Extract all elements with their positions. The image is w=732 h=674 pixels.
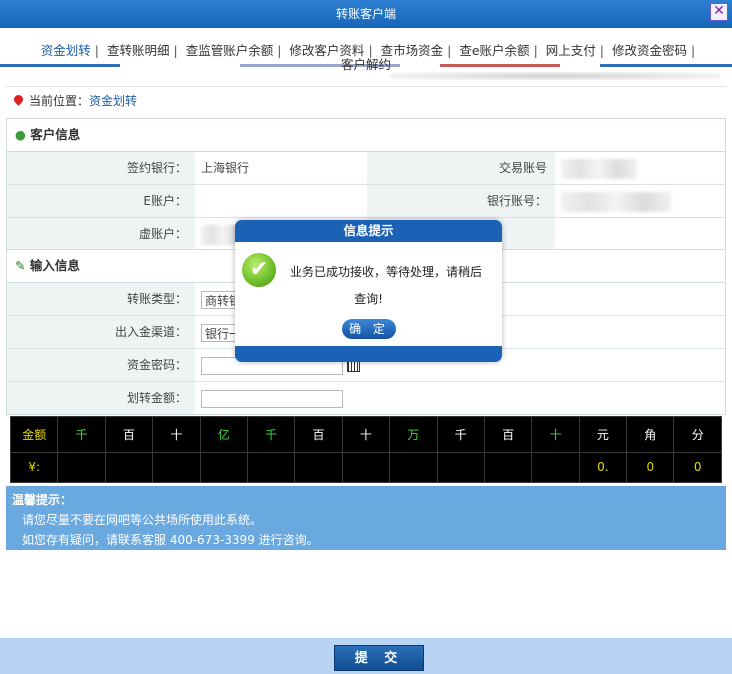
breadcrumb-prefix: 当前位置： [29,94,90,108]
tab-modify-customer-info[interactable]: 修改客户资料 [285,43,368,58]
tab-shadow [390,72,720,80]
dialog-ok-button[interactable]: 确 定 [342,319,396,339]
virtual-account-label: 虚账户： [7,218,195,250]
empty-value [555,218,725,250]
e-account-label: E账户： [7,185,195,217]
password-label: 资金密码： [7,349,195,381]
trade-account-label: 交易账号 [367,152,555,184]
transfer-type-label: 转账类型： [7,283,195,315]
user-icon: ● [15,127,26,142]
breadcrumb-current[interactable]: 资金划转 [89,94,137,108]
grid-head: 十 [341,416,391,453]
amount-label: 划转金额： [7,382,195,414]
grid-cell [389,451,438,484]
grid-cell [152,451,201,484]
amount-input[interactable] [201,389,343,408]
grid-cell: ¥: [9,451,59,484]
grid-cell: 0. [578,451,628,484]
grid-cell [104,451,154,484]
amount-row: 划转金额： [7,382,725,414]
tab-market-funds[interactable]: 查市场资金 [377,43,448,58]
grid-head: 百 [294,416,343,453]
tips-line-1: 请您尽量不要在网吧等公共场所使用此系统。 [22,513,263,527]
grid-head: 万 [389,416,438,453]
success-check-icon: ✔ [242,253,276,287]
tips-line-2: 如您存有疑问，请联系客服 400-673-3399 进行咨询。 [22,533,319,547]
grid-cell [246,451,296,484]
edit-icon: ✎ [15,258,26,273]
function-tabs: 资金划转 | 查转账明细 | 查监管账户余额 | 修改客户资料 | 查市场资金 | 查e账… [6,44,726,72]
tab-cancel-contract[interactable]: 客户解约 [337,57,395,72]
grid-cell [294,451,343,484]
amount-grid: 金额 千 百 十 亿 千 百 十 万 千 百 十 元 角 分 ¥: 0. 0 0 [9,416,722,484]
window-title-bar: 转账客户端 ✕ [0,0,732,28]
grid-cell: 0 [626,451,675,484]
grid-head: 百 [483,416,533,453]
tab-fund-transfer[interactable]: 资金划转 [37,43,95,58]
grid-head: 分 [673,416,722,453]
tips-title: 温馨提示： [12,493,73,507]
dialog-message-line-2: 查询! [354,292,383,306]
tab-modify-fund-password[interactable]: 修改资金密码 [608,43,691,58]
grid-head: 百 [104,416,154,453]
close-icon[interactable]: ✕ [710,3,728,21]
dialog-message-line-1: 业务已成功接收，等待处理，请稍后 [290,265,483,279]
customer-info-title: 客户信息 [30,127,81,142]
grid-head: 亿 [199,416,248,453]
tips-box: 温馨提示： 请您尽量不要在网吧等公共场所使用此系统。 如您存有疑问，请联系客服 … [6,486,726,550]
amount-grid-header: 金额 千 百 十 亿 千 百 十 万 千 百 十 元 角 分 [9,416,722,453]
grid-cell [436,451,485,484]
grid-head: 十 [152,416,201,453]
dialog-title: 信息提示 [343,223,394,238]
info-dialog: 信息提示 ✔ 业务已成功接收，等待处理，请稍后 查询! 确 定 [235,220,502,362]
grid-cell [341,451,391,484]
submit-button[interactable]: 提 交 [334,645,424,671]
customer-row-2: E账户： 银行账号： [7,185,725,218]
tab-supervision-balance[interactable]: 查监管账户余额 [182,43,278,58]
bank-account-label: 银行账号： [367,185,555,217]
grid-head: 十 [531,416,580,453]
grid-head: 元 [578,416,628,453]
grid-cell [57,451,106,484]
grid-head: 千 [246,416,296,453]
window-title: 转账客户端 [335,7,396,21]
tab-transfer-details[interactable]: 查转账明细 [103,43,174,58]
e-account-value [195,185,367,217]
input-info-title: 输入信息 [29,258,80,273]
customer-row-1: 签约银行： 上海银行 交易账号 [7,152,725,185]
signed-bank-value: 上海银行 [195,152,367,184]
channel-label: 出入金渠道： [7,316,195,348]
grid-head: 千 [57,416,106,453]
customer-info-header: ● 客户信息 [7,119,725,152]
tab-online-payment[interactable]: 网上支付 [542,43,600,58]
tab-e-account-balance[interactable]: 查e账户余额 [455,43,533,58]
bank-account-value [555,185,725,217]
dialog-body: ✔ 业务已成功接收，等待处理，请稍后 查询! 确 定 [235,242,502,346]
grid-head: 千 [436,416,485,453]
trade-account-value [555,152,725,184]
grid-head: 金额 [9,416,59,453]
grid-head: 角 [626,416,675,453]
grid-cell: 0 [673,451,722,484]
grid-cell [483,451,533,484]
grid-cell [531,451,580,484]
location-pin-icon [12,93,25,106]
grid-cell [199,451,248,484]
breadcrumb: 当前位置：资金划转 [6,86,726,115]
amount-grid-values: ¥: 0. 0 0 [9,451,722,484]
signed-bank-label: 签约银行： [7,152,195,184]
